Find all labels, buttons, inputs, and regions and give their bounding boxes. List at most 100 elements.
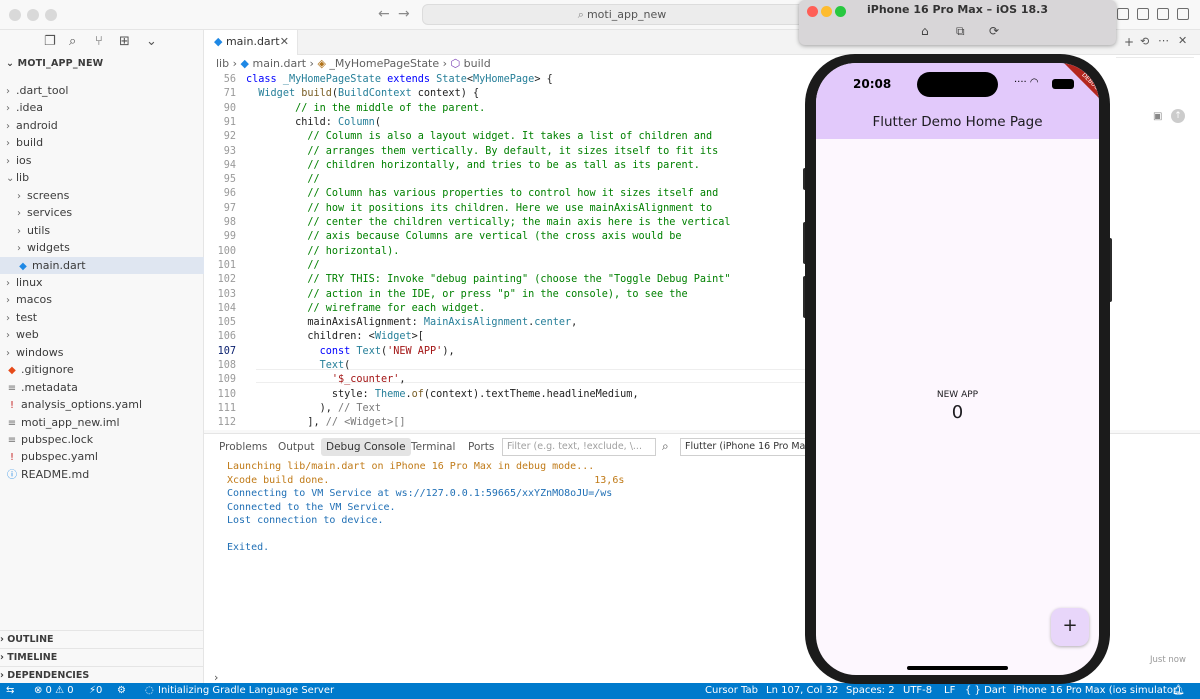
tree-item-android[interactable]: › android: [0, 117, 204, 135]
cursor-position[interactable]: Ln 107, Col 32: [766, 683, 838, 699]
device-selector[interactable]: iPhone 16 Pro Max (ios simulator): [1013, 683, 1181, 699]
class-icon: ◈: [317, 57, 326, 70]
increment-fab-button[interactable]: +: [1051, 608, 1089, 646]
tree-item-services[interactable]: › services: [0, 204, 204, 222]
tab-terminal[interactable]: Terminal: [406, 438, 460, 456]
image-icon[interactable]: ▣: [1153, 111, 1162, 122]
tree-item-lib[interactable]: ⌄ lib: [0, 169, 204, 187]
line-number: 94: [223, 159, 236, 171]
tree-item-screens[interactable]: › screens: [0, 187, 204, 205]
chevron-right-icon: ›: [6, 86, 10, 97]
more-icon[interactable]: ⋯: [1158, 34, 1169, 47]
tab-main-dart[interactable]: ◆ main.dart ✕: [204, 30, 298, 55]
tree-item-utils[interactable]: › utils: [0, 222, 204, 240]
code-token: Text: [356, 345, 381, 357]
tab-ports[interactable]: Ports: [463, 438, 499, 456]
background-task[interactable]: Initializing Gradle Language Server: [158, 683, 334, 699]
tree-item-build[interactable]: › build: [0, 134, 204, 152]
ports-indicator[interactable]: ⚡0: [89, 683, 102, 699]
back-arrow-icon[interactable]: ←: [378, 6, 390, 22]
tree-item-analysis-options-yaml[interactable]: ! analysis_options.yaml: [0, 396, 204, 414]
tree-item-pubspec-yaml[interactable]: ! pubspec.yaml: [0, 448, 204, 466]
close-window-button[interactable]: [9, 9, 21, 21]
end-of-line[interactable]: LF: [944, 683, 955, 699]
tree-item-linux[interactable]: › linux: [0, 274, 204, 292]
new-chat-plus-icon[interactable]: +: [1124, 35, 1134, 49]
tree-item-dart-tool[interactable]: › .dart_tool: [0, 82, 204, 100]
command-center-search[interactable]: ⌕ moti_app_new: [422, 4, 822, 25]
close-icon[interactable]: ✕: [280, 30, 289, 54]
tree-item-label: services: [27, 206, 73, 220]
explorer-icon[interactable]: ❐: [44, 34, 56, 49]
breadcrumb-method[interactable]: build: [464, 57, 491, 70]
search-icon[interactable]: ⌕: [662, 439, 669, 454]
search-icon[interactable]: ⌕: [69, 34, 76, 49]
zoom-window-button[interactable]: [45, 9, 57, 21]
outline-section[interactable]: › OUTLINE: [0, 630, 204, 647]
history-icon[interactable]: ⟲: [1140, 35, 1149, 48]
code-token: State: [436, 74, 467, 85]
code-token: (: [374, 116, 381, 128]
chevron-right-icon: ›: [6, 103, 10, 115]
code-token: // axis because Columns are vertical (th…: [307, 231, 682, 243]
tree-item-label: ios: [16, 153, 32, 167]
tree-item-ios[interactable]: › ios: [0, 152, 204, 170]
tree-item-pubspec-lock[interactable]: ≡ pubspec.lock: [0, 431, 204, 449]
source-control-icon[interactable]: ⑂: [95, 34, 103, 49]
tree-item-web[interactable]: › web: [0, 326, 204, 344]
home-indicator[interactable]: [907, 666, 1008, 670]
notifications-bell-icon[interactable]: 🔔︎: [1172, 683, 1185, 699]
cursor-tab-indicator[interactable]: Cursor Tab: [705, 683, 758, 699]
tree-item-main-dart[interactable]: ◆ main.dart: [0, 256, 204, 274]
breadcrumb-lib[interactable]: lib: [216, 57, 229, 70]
tree-item-windows[interactable]: › windows: [0, 344, 204, 362]
project-header[interactable]: ⌄ MOTI_APP_NEW: [6, 58, 103, 69]
minimize-window-button[interactable]: [27, 9, 39, 21]
send-arrow-icon[interactable]: ↑: [1171, 109, 1185, 123]
remote-indicator-icon[interactable]: ⇆: [6, 683, 14, 699]
problems-indicator[interactable]: ⊗ 0 ⚠ 0: [34, 683, 74, 699]
tree-item-gitignore[interactable]: ◆ .gitignore: [0, 361, 204, 379]
tab-problems[interactable]: Problems: [214, 438, 272, 456]
debug-session-select[interactable]: Flutter (iPhone 16 Pro Max ⌄: [680, 438, 810, 456]
encoding[interactable]: UTF-8: [903, 683, 932, 699]
code-token: const: [319, 345, 357, 357]
forward-arrow-icon[interactable]: →: [398, 6, 410, 22]
loading-spinner-icon: ◌: [145, 685, 154, 696]
language-mode[interactable]: { } Dart: [965, 683, 1006, 699]
tree-item-moti-app-new-iml[interactable]: ≡ moti_app_new.iml: [0, 414, 204, 432]
breadcrumb-file[interactable]: main.dart: [252, 57, 306, 70]
indentation[interactable]: Spaces: 2: [846, 683, 895, 699]
tree-item-widgets[interactable]: › widgets: [0, 239, 204, 257]
tab-output[interactable]: Output: [273, 438, 319, 456]
screenshot-icon[interactable]: ⧉: [956, 24, 965, 39]
timeline-section[interactable]: › TIMELINE: [0, 648, 204, 665]
toggle-secondary-sidebar-icon[interactable]: [1157, 8, 1169, 20]
customize-layout-icon[interactable]: [1177, 8, 1189, 20]
tree-item-metadata[interactable]: ≡ .metadata: [0, 379, 204, 397]
vscode-window: ← → ⌕ moti_app_new ❐ ⌕ ⑂ ⊞ ⌄ ⌄ MOTI_APP_N…: [0, 0, 1200, 699]
close-icon[interactable]: ✕: [1178, 34, 1187, 47]
tree-item-readme-md[interactable]: ⓘ README.md: [0, 466, 204, 484]
dynamic-island: [917, 72, 998, 97]
toggle-sidebar-icon[interactable]: [1117, 8, 1129, 20]
dependencies-section[interactable]: › DEPENDENCIES: [0, 666, 204, 683]
tree-item-idea[interactable]: › .idea: [0, 99, 204, 117]
more-views-chevron-icon[interactable]: ⌄: [146, 34, 157, 49]
home-icon[interactable]: ⌂: [921, 24, 929, 38]
tree-item-macos[interactable]: › macos: [0, 291, 204, 309]
code-token: ),: [442, 345, 455, 357]
console-filter-input[interactable]: Filter (e.g. text, !exclude, \...: [502, 438, 656, 456]
extensions-icon[interactable]: ⊞: [119, 34, 130, 49]
tree-item-test[interactable]: › test: [0, 309, 204, 327]
tools-icon[interactable]: ⚙: [117, 683, 126, 699]
chat-input-box[interactable]: ▣ ↑: [1116, 57, 1194, 129]
tab-debug-console[interactable]: Debug Console: [321, 438, 411, 456]
battery-icon: [1052, 79, 1074, 89]
toggle-panel-icon[interactable]: [1137, 8, 1149, 20]
code-token: // action in the IDE, or press "p" in th…: [307, 288, 688, 300]
rotate-icon[interactable]: ⟳: [989, 24, 999, 38]
breadcrumb-class[interactable]: _MyHomePageState: [329, 57, 439, 70]
